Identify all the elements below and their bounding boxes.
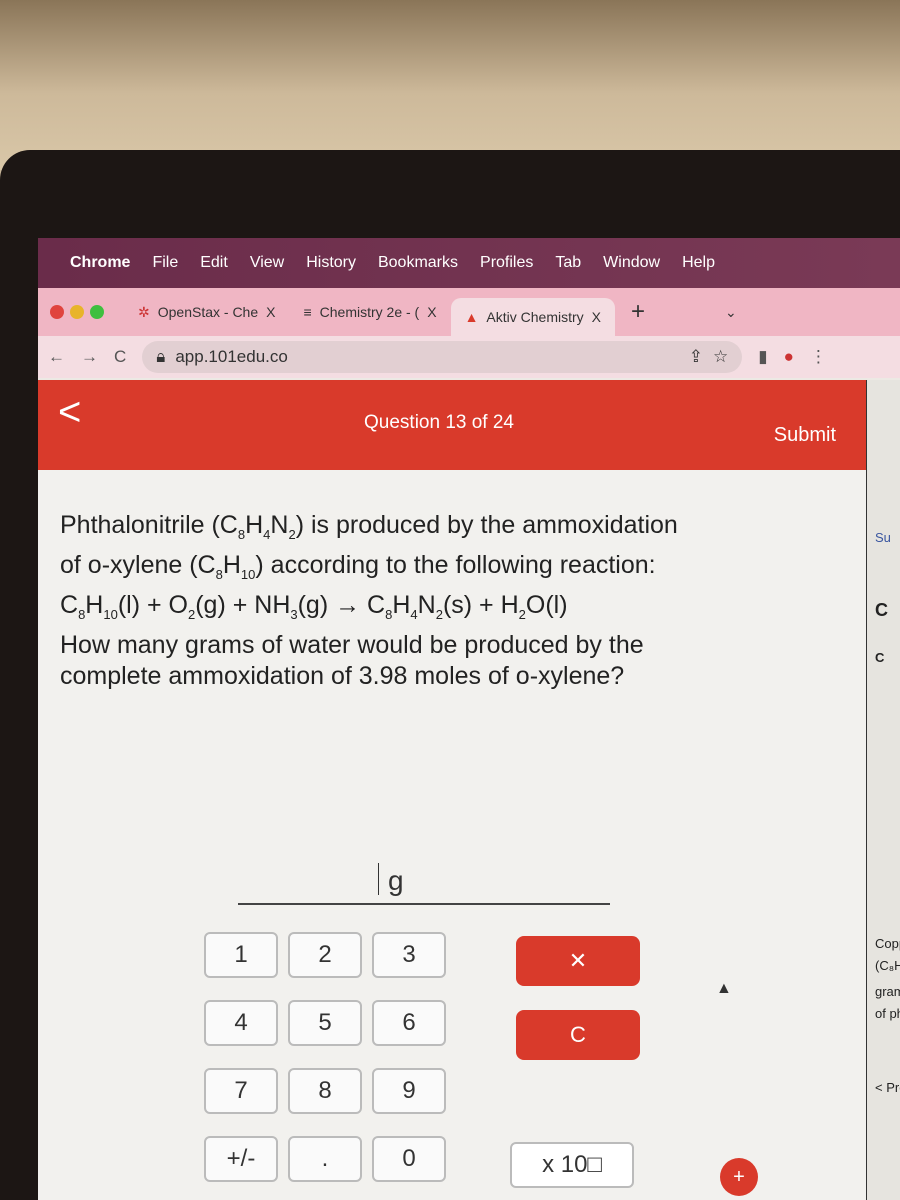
- previous-question-button[interactable]: <: [58, 390, 81, 435]
- question-line: of o-xylene (C8H10) according to the fol…: [60, 551, 656, 582]
- key-5[interactable]: 5: [288, 1000, 362, 1046]
- plus-button[interactable]: +: [720, 1158, 758, 1196]
- key-2[interactable]: 2: [288, 932, 362, 978]
- background-wall: [0, 0, 900, 170]
- maximize-window-button[interactable]: [90, 305, 104, 319]
- openstax-icon: ✲: [138, 303, 150, 320]
- more-menu-icon[interactable]: ⋮: [810, 347, 827, 367]
- key-plus-minus[interactable]: +/-: [204, 1136, 278, 1182]
- menu-file[interactable]: File: [152, 254, 178, 272]
- mouse-cursor-icon: ▲: [716, 980, 732, 997]
- previous-link[interactable]: < Pre: [875, 1080, 900, 1095]
- menu-help[interactable]: Help: [682, 254, 715, 272]
- menu-window[interactable]: Window: [603, 254, 660, 272]
- question-counter: Question 13 of 24: [364, 412, 514, 433]
- key-7[interactable]: 7: [204, 1068, 278, 1114]
- key-9[interactable]: 9: [372, 1068, 446, 1114]
- side-text: (C₈H₄: [875, 958, 900, 973]
- side-text[interactable]: Su: [875, 530, 891, 545]
- scientific-notation-button[interactable]: x 10□: [510, 1142, 634, 1188]
- tab-chemistry-2e[interactable]: ≡ Chemistry 2e - ( X: [289, 293, 450, 331]
- key-6[interactable]: 6: [372, 1000, 446, 1046]
- lock-icon: 🔒︎: [156, 347, 166, 366]
- menu-history[interactable]: History: [306, 254, 356, 272]
- tab-label: OpenStax - Che: [157, 304, 259, 320]
- forward-arrow-icon[interactable]: →: [81, 347, 98, 367]
- share-icon[interactable]: ⇪: [689, 347, 703, 367]
- menu-tab[interactable]: Tab: [555, 254, 581, 272]
- key-8[interactable]: 8: [288, 1068, 362, 1114]
- unit-label: g: [388, 865, 404, 896]
- chevron-down-icon[interactable]: ⌄: [725, 304, 737, 321]
- menu-chrome[interactable]: Chrome: [70, 254, 130, 272]
- question-line: complete ammoxidation of 3.98 moles of o…: [60, 662, 625, 690]
- aktiv-logo-icon: ▲: [464, 309, 479, 325]
- menu-edit[interactable]: Edit: [200, 254, 228, 272]
- side-text: gram: [875, 984, 900, 999]
- tab-label: Chemistry 2e - (: [319, 304, 420, 320]
- url-input[interactable]: 🔒︎ app.101edu.co ⇪ ☆: [142, 341, 743, 373]
- url-text: app.101edu.co: [175, 347, 288, 366]
- close-tab-icon[interactable]: X: [266, 304, 275, 320]
- question-header: < Question 13 of 24 Submit: [38, 380, 866, 470]
- side-text: C: [875, 600, 888, 620]
- address-bar-row: ← → C 🔒︎ app.101edu.co ⇪ ☆ ▮ ● ⋮: [38, 336, 900, 378]
- menu-view[interactable]: View: [250, 254, 284, 272]
- reload-icon[interactable]: C: [114, 347, 126, 367]
- key-decimal[interactable]: .: [288, 1136, 362, 1182]
- clear-button[interactable]: C: [516, 1010, 640, 1060]
- tab-strip: ✲ OpenStax - Che X ≡ Chemistry 2e - ( X ▲ Akt…: [38, 288, 900, 336]
- sidebar-icon[interactable]: ▮: [758, 347, 767, 367]
- key-4[interactable]: 4: [204, 1000, 278, 1046]
- question-line: How many grams of water would be produce…: [60, 631, 644, 659]
- side-text: of pht: [875, 1006, 900, 1021]
- screen: Chrome File Edit View History Bookmarks …: [38, 238, 900, 1200]
- tab-label: Aktiv Chemistry: [486, 309, 584, 325]
- menu-bookmarks[interactable]: Bookmarks: [378, 254, 458, 272]
- book-icon: ≡: [303, 304, 312, 320]
- mac-menubar: Chrome File Edit View History Bookmarks …: [38, 238, 900, 288]
- answer-input[interactable]: g: [238, 855, 610, 905]
- back-arrow-icon[interactable]: ←: [48, 347, 65, 367]
- menu-profiles[interactable]: Profiles: [480, 254, 533, 272]
- side-panel: Su C C Copp (C₈H₄ gram of pht < Pre: [866, 380, 900, 1200]
- key-3[interactable]: 3: [372, 932, 446, 978]
- tab-openstax[interactable]: ✲ OpenStax - Che X: [124, 293, 289, 331]
- new-tab-button[interactable]: +: [631, 298, 645, 326]
- text-cursor: [378, 863, 379, 895]
- question-line: Phthalonitrile (C8H4N2) is produced by t…: [60, 511, 678, 542]
- close-tab-icon[interactable]: X: [427, 304, 436, 320]
- key-1[interactable]: 1: [204, 932, 278, 978]
- tab-aktiv-chemistry[interactable]: ▲ Aktiv Chemistry X: [450, 298, 615, 336]
- key-0[interactable]: 0: [372, 1136, 446, 1182]
- reaction-equation: C8H10(l) + O2(g) + NH3(g) → C8H4N2(s) + …: [60, 591, 568, 622]
- close-tab-icon[interactable]: X: [592, 309, 601, 325]
- question-text: Phthalonitrile (C8H4N2) is produced by t…: [60, 510, 820, 692]
- submit-button[interactable]: Submit: [774, 424, 836, 447]
- question-content: Phthalonitrile (C8H4N2) is produced by t…: [38, 470, 866, 1200]
- side-text: C: [875, 650, 885, 665]
- avatar[interactable]: ●: [784, 347, 794, 367]
- minimize-window-button[interactable]: [70, 305, 84, 319]
- close-window-button[interactable]: [50, 305, 64, 319]
- side-text: Copp: [875, 936, 900, 951]
- backspace-button[interactable]: ✕: [516, 936, 640, 986]
- star-icon[interactable]: ☆: [713, 347, 728, 367]
